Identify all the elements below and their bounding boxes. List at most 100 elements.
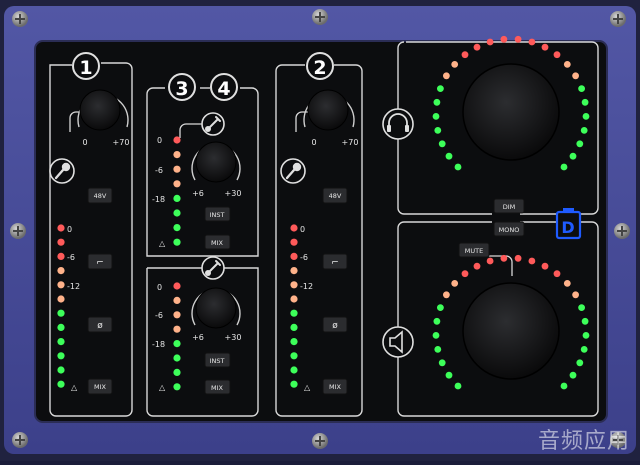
meter-led bbox=[173, 180, 181, 188]
ring-led bbox=[454, 382, 462, 390]
ring-led bbox=[445, 371, 453, 379]
ring-led bbox=[437, 304, 444, 311]
ring-led bbox=[454, 163, 462, 171]
brand-logo: D bbox=[555, 208, 582, 240]
guitar-icon bbox=[201, 256, 225, 280]
meter-led bbox=[173, 340, 181, 348]
channel-1-highpass-label: ⌐ bbox=[96, 258, 104, 268]
channel-1-mix-label: MIX bbox=[94, 383, 107, 391]
ring-led bbox=[528, 257, 536, 265]
meter-led bbox=[290, 252, 298, 260]
meter-led bbox=[290, 281, 298, 289]
channel-3-number: 3 bbox=[175, 78, 188, 100]
meter-led bbox=[173, 354, 181, 362]
ring-led bbox=[434, 346, 442, 353]
ring-led bbox=[581, 317, 589, 325]
channel-3-4-upper-gain-knob[interactable] bbox=[195, 141, 237, 183]
ring-led bbox=[445, 152, 453, 160]
ring-led bbox=[433, 317, 441, 325]
channel-2-gain-knob[interactable] bbox=[307, 89, 349, 131]
ring-led bbox=[443, 72, 450, 80]
ring-led bbox=[569, 371, 577, 379]
ring-led bbox=[451, 61, 459, 68]
meter-led bbox=[57, 323, 65, 331]
ring-led bbox=[451, 280, 459, 287]
channel-2-phase-label: ø bbox=[332, 321, 338, 331]
ring-led bbox=[569, 152, 577, 160]
meter-led bbox=[173, 368, 181, 376]
channel-3-4-upper-clip-triangle: △ bbox=[159, 239, 166, 248]
meter-led bbox=[57, 267, 65, 275]
screw-icon bbox=[614, 223, 630, 239]
channel-1-gain-knob[interactable] bbox=[79, 89, 121, 131]
meter-led bbox=[57, 338, 65, 346]
guitar-icon bbox=[201, 112, 225, 136]
ring-led bbox=[553, 51, 561, 59]
ring-led bbox=[514, 35, 522, 43]
audio-interface-panel: 1 0 +70 48V ⌐ ø MIX 0 -6 -12 △ 3 4 +6 +3… bbox=[0, 0, 640, 461]
channel-3-4-lower-clip-triangle: △ bbox=[159, 383, 166, 392]
channel-1-meter-label-12: -12 bbox=[67, 282, 80, 291]
screw-icon bbox=[12, 11, 28, 27]
meter-led bbox=[173, 136, 181, 144]
dim-label: DIM bbox=[503, 203, 516, 211]
headphone-volume-knob[interactable] bbox=[462, 63, 560, 161]
meter-led bbox=[290, 352, 298, 360]
channel-4-number: 4 bbox=[217, 78, 230, 100]
meter-led bbox=[173, 238, 181, 246]
ring-led bbox=[563, 61, 571, 68]
meter-led bbox=[290, 309, 298, 317]
meter-led bbox=[173, 209, 181, 217]
screw-icon bbox=[610, 11, 626, 27]
channel-1-48v-label: 48V bbox=[94, 192, 107, 200]
ring-led bbox=[528, 38, 536, 46]
meter-led bbox=[57, 295, 65, 303]
meter-led bbox=[290, 295, 298, 303]
ring-led bbox=[432, 113, 440, 120]
channel-1-gain-max: +70 bbox=[113, 138, 130, 147]
channel-1-meter-label-0: 0 bbox=[67, 225, 72, 234]
microphone-icon bbox=[49, 158, 75, 184]
ring-led bbox=[434, 126, 442, 134]
ring-led bbox=[578, 85, 585, 92]
speaker-icon bbox=[382, 326, 414, 358]
speaker-volume-knob[interactable] bbox=[462, 282, 560, 380]
channel-2-gain-min: 0 bbox=[311, 138, 316, 147]
ring-led bbox=[461, 51, 469, 59]
channel-3-4-upper-meter-label-18: -18 bbox=[152, 195, 165, 204]
meter-led bbox=[290, 238, 298, 246]
channel-2-meter-label-0: 0 bbox=[300, 225, 305, 234]
ring-led bbox=[473, 262, 481, 270]
ring-led bbox=[500, 35, 508, 43]
meter-led bbox=[57, 224, 65, 232]
ring-led bbox=[581, 98, 589, 106]
ring-led bbox=[486, 38, 494, 46]
meter-led bbox=[57, 366, 65, 374]
channel-3-4-lower-gain-knob[interactable] bbox=[195, 287, 237, 329]
ring-led bbox=[560, 382, 568, 390]
meter-led bbox=[173, 151, 181, 159]
ring-led bbox=[580, 346, 588, 353]
meter-led bbox=[173, 383, 181, 391]
channel-3-4-upper-mix-label: MIX bbox=[211, 239, 224, 247]
meter-led bbox=[57, 309, 65, 317]
meter-led bbox=[290, 338, 298, 346]
channel-3-4-upper-gain-max: +30 bbox=[225, 189, 242, 198]
ring-led bbox=[432, 332, 440, 339]
meter-led bbox=[173, 165, 181, 173]
screw-icon bbox=[10, 223, 26, 239]
screw-icon bbox=[312, 9, 328, 25]
ring-led bbox=[576, 140, 584, 148]
ring-led bbox=[580, 126, 588, 134]
channel-3-4-upper-inst-label: INST bbox=[210, 211, 225, 219]
channel-3-4-lower-meter-label-0: 0 bbox=[157, 283, 162, 292]
ring-led bbox=[437, 85, 444, 92]
ring-led bbox=[514, 254, 522, 262]
screw-icon bbox=[12, 432, 28, 448]
ring-led bbox=[560, 163, 568, 171]
channel-2-highpass-label: ⌐ bbox=[331, 258, 339, 268]
channel-2-number: 2 bbox=[313, 57, 326, 79]
channel-3-4-upper-meter-label-0: 0 bbox=[157, 136, 162, 145]
channel-3-4-lower-gain-max: +30 bbox=[225, 333, 242, 342]
meter-led bbox=[173, 194, 181, 202]
